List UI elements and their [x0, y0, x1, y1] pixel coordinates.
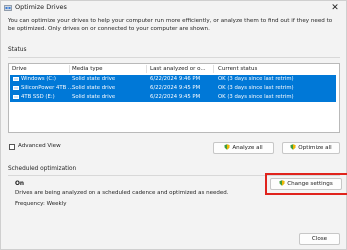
- status-label: Status: [8, 47, 27, 53]
- column-header-drive[interactable]: Drive: [12, 66, 27, 72]
- drive-icon: [13, 77, 19, 81]
- close-window-button[interactable]: ✕: [328, 2, 342, 14]
- footer: Close: [1, 229, 346, 249]
- column-divider[interactable]: [213, 65, 214, 73]
- schedule-state: On: [15, 181, 25, 187]
- current-status: OK (3 days since last retrim): [218, 85, 294, 91]
- analyze-all-label: Analyze all: [232, 145, 263, 151]
- column-divider[interactable]: [146, 65, 147, 73]
- advanced-view-label[interactable]: Advanced View: [18, 143, 61, 149]
- column-divider[interactable]: [69, 65, 70, 73]
- status-divider: [8, 57, 340, 58]
- schedule-frequency: Frequency: Weekly: [15, 201, 67, 207]
- change-settings-button[interactable]: Change settings: [270, 178, 342, 190]
- table-row[interactable]: SiliconPower 4TB ... Solid state drive 6…: [10, 84, 336, 93]
- schedule-description: Drives are being analyzed on a scheduled…: [15, 190, 229, 196]
- drive-name: Windows (C:): [21, 76, 56, 82]
- table-row[interactable]: Windows (C:) Solid state drive 6/22/2024…: [10, 75, 336, 84]
- drive-name: 4TB SSD (E:): [21, 94, 55, 100]
- media-type: Solid state drive: [72, 85, 116, 91]
- current-status: OK (3 days since last retrim): [218, 94, 294, 100]
- optimize-all-label: Optimize all: [298, 145, 332, 151]
- table-header: Drive Media type Last analyzed or o... C…: [9, 64, 339, 74]
- last-analyzed: 6/22/2024 9:45 PM: [150, 85, 201, 91]
- shield-icon: [290, 144, 296, 150]
- optimize-drives-icon: [4, 5, 12, 11]
- column-header-last-analyzed[interactable]: Last analyzed or o...: [150, 66, 206, 72]
- change-settings-label: Change settings: [287, 181, 333, 187]
- column-header-media-type[interactable]: Media type: [72, 66, 103, 72]
- analyze-all-button[interactable]: Analyze all: [213, 142, 274, 154]
- media-type: Solid state drive: [72, 76, 116, 82]
- scheduled-optimization-label: Scheduled optimization: [8, 166, 77, 172]
- column-header-current-status[interactable]: Current status: [218, 66, 257, 72]
- drive-icon: [13, 95, 19, 99]
- title-bar: Optimize Drives ✕: [1, 1, 346, 15]
- optimize-drives-window: Optimize Drives ✕ You can optimize your …: [0, 0, 347, 250]
- window-title: Optimize Drives: [15, 3, 67, 11]
- current-status: OK (3 days since last retrim): [218, 76, 294, 82]
- drives-table[interactable]: Drive Media type Last analyzed or o... C…: [8, 63, 340, 133]
- drive-icon: [13, 86, 19, 90]
- shield-icon: [224, 144, 230, 150]
- media-type: Solid state drive: [72, 94, 116, 100]
- optimize-all-button[interactable]: Optimize all: [282, 142, 340, 154]
- table-row[interactable]: 4TB SSD (E:) Solid state drive 6/22/2024…: [10, 93, 336, 102]
- close-button[interactable]: Close: [299, 233, 340, 245]
- last-analyzed: 6/22/2024 9:45 PM: [150, 94, 201, 100]
- shield-icon: [279, 180, 285, 186]
- description-text: You can optimize your drives to help you…: [8, 18, 333, 32]
- drive-name: SiliconPower 4TB ...: [21, 85, 73, 91]
- last-analyzed: 6/22/2024 9:46 PM: [150, 76, 201, 82]
- advanced-view-checkbox[interactable]: [9, 144, 15, 150]
